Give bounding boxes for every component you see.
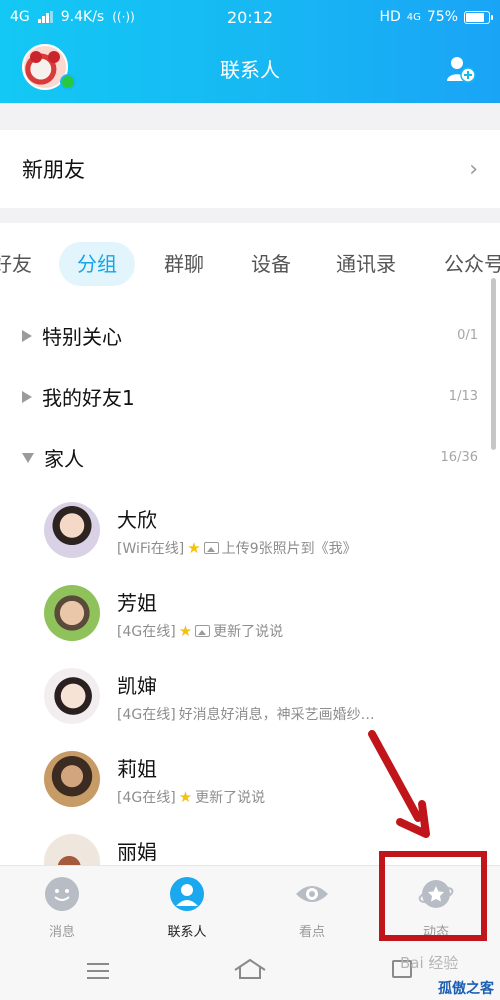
home-icon[interactable] (233, 958, 267, 980)
hd-label: HD (379, 9, 401, 25)
star-icon: ★ (178, 622, 193, 640)
online-status: [WiFi在线] (117, 541, 185, 557)
contacts-tabs: 好友 分组 群聊 设备 通讯录 公众号 (0, 223, 500, 305)
collapsed-arrow-icon (22, 390, 32, 403)
network-speed: 9.4K/s (60, 9, 105, 25)
chevron-right-icon: › (469, 156, 478, 182)
contact-activity: 更新了说说 (213, 624, 284, 640)
online-status: [4G在线] (117, 624, 176, 640)
page-title: 联系人 (220, 58, 280, 82)
group-row[interactable]: 特别关心 0/1 (0, 305, 500, 366)
menu-icon[interactable] (87, 963, 109, 984)
contact-name: 大欣 (117, 508, 157, 532)
eye-icon (296, 886, 328, 902)
contact-activity: 好消息好消息，神采艺画婚纱… (178, 707, 375, 723)
tab-groups[interactable]: 分组 (59, 242, 135, 286)
new-friend-row[interactable]: 新朋友 › (0, 130, 500, 208)
message-icon (45, 877, 79, 911)
collapsed-arrow-icon (22, 329, 32, 342)
online-status-dot (60, 74, 76, 90)
contact-row[interactable]: 芳姐 [4G在线] ★ 更新了说说 (0, 571, 500, 654)
contact-name: 凯婶 (117, 674, 157, 698)
status-bar: 4G 9.4K/s ((·)) 20:12 HD 4G 75% (0, 0, 500, 34)
network-label: 4G (10, 9, 30, 25)
baidu-watermark: Bai 经验 (400, 954, 459, 972)
contact-name: 莉姐 (117, 757, 157, 781)
avatar (44, 668, 100, 724)
nav-contacts[interactable]: 联系人 (142, 876, 232, 940)
expanded-arrow-icon (22, 452, 34, 463)
group-name: 家人 (44, 447, 84, 471)
star-icon: ★ (187, 539, 201, 557)
signal-icon (37, 11, 53, 23)
contact-row[interactable]: 大欣 [WiFi在线] ★ 上传9张照片到《我》 (0, 488, 500, 571)
contact-activity: 上传9张照片到《我》 (221, 541, 357, 557)
star-icon: ★ (178, 788, 193, 806)
new-friend-label: 新朋友 (22, 158, 85, 182)
contact-activity: 更新了说说 (195, 790, 266, 806)
battery-icon (464, 10, 493, 24)
nav-kandian[interactable]: 看点 (267, 876, 357, 940)
avatar (44, 502, 100, 558)
network-right-label: 4G (406, 11, 421, 23)
avatar (44, 834, 100, 865)
nav-label: 联系人 (167, 925, 207, 940)
photo-icon (195, 625, 211, 637)
contact-row[interactable]: 凯婶 [4G在线] 好消息好消息，神采艺画婚纱… (0, 654, 500, 737)
contact-name: 丽娟 (117, 840, 157, 864)
annotation-arrow-icon (368, 730, 430, 838)
group-name: 我的好友1 (42, 386, 135, 410)
nav-label: 消息 (48, 925, 75, 940)
nav-label: 看点 (298, 925, 325, 940)
tab-group-chats[interactable]: 群聊 (164, 242, 204, 286)
group-count: 1/13 (448, 389, 478, 404)
contact-name: 芳姐 (117, 591, 157, 615)
group-count: 0/1 (457, 328, 478, 343)
tab-devices[interactable]: 设备 (251, 242, 291, 286)
profile-avatar[interactable] (22, 44, 76, 90)
nav-messages[interactable]: 消息 (17, 876, 107, 940)
online-status: [4G在线] (117, 790, 176, 806)
avatar (44, 751, 100, 807)
group-row[interactable]: 我的好友1 1/13 (0, 366, 500, 427)
contacts-icon (170, 877, 204, 911)
annotation-highlight-box (379, 851, 487, 941)
nfc-icon: ((·)) (112, 10, 135, 24)
watermark-text: 孤傲之客 (438, 981, 494, 997)
tab-address-book[interactable]: 通讯录 (336, 242, 396, 286)
group-name: 特别关心 (42, 325, 122, 349)
battery-percent: 75% (426, 9, 458, 25)
tab-friends[interactable]: 好友 (0, 242, 32, 286)
group-row[interactable]: 家人 16/36 (0, 427, 500, 488)
avatar (44, 585, 100, 641)
app-header: 4G 9.4K/s ((·)) 20:12 HD 4G 75% 联系人 (0, 0, 500, 103)
add-friend-icon[interactable] (446, 54, 476, 84)
photo-icon (203, 542, 219, 554)
group-count: 16/36 (440, 450, 478, 465)
online-status: [4G在线] (117, 707, 176, 723)
